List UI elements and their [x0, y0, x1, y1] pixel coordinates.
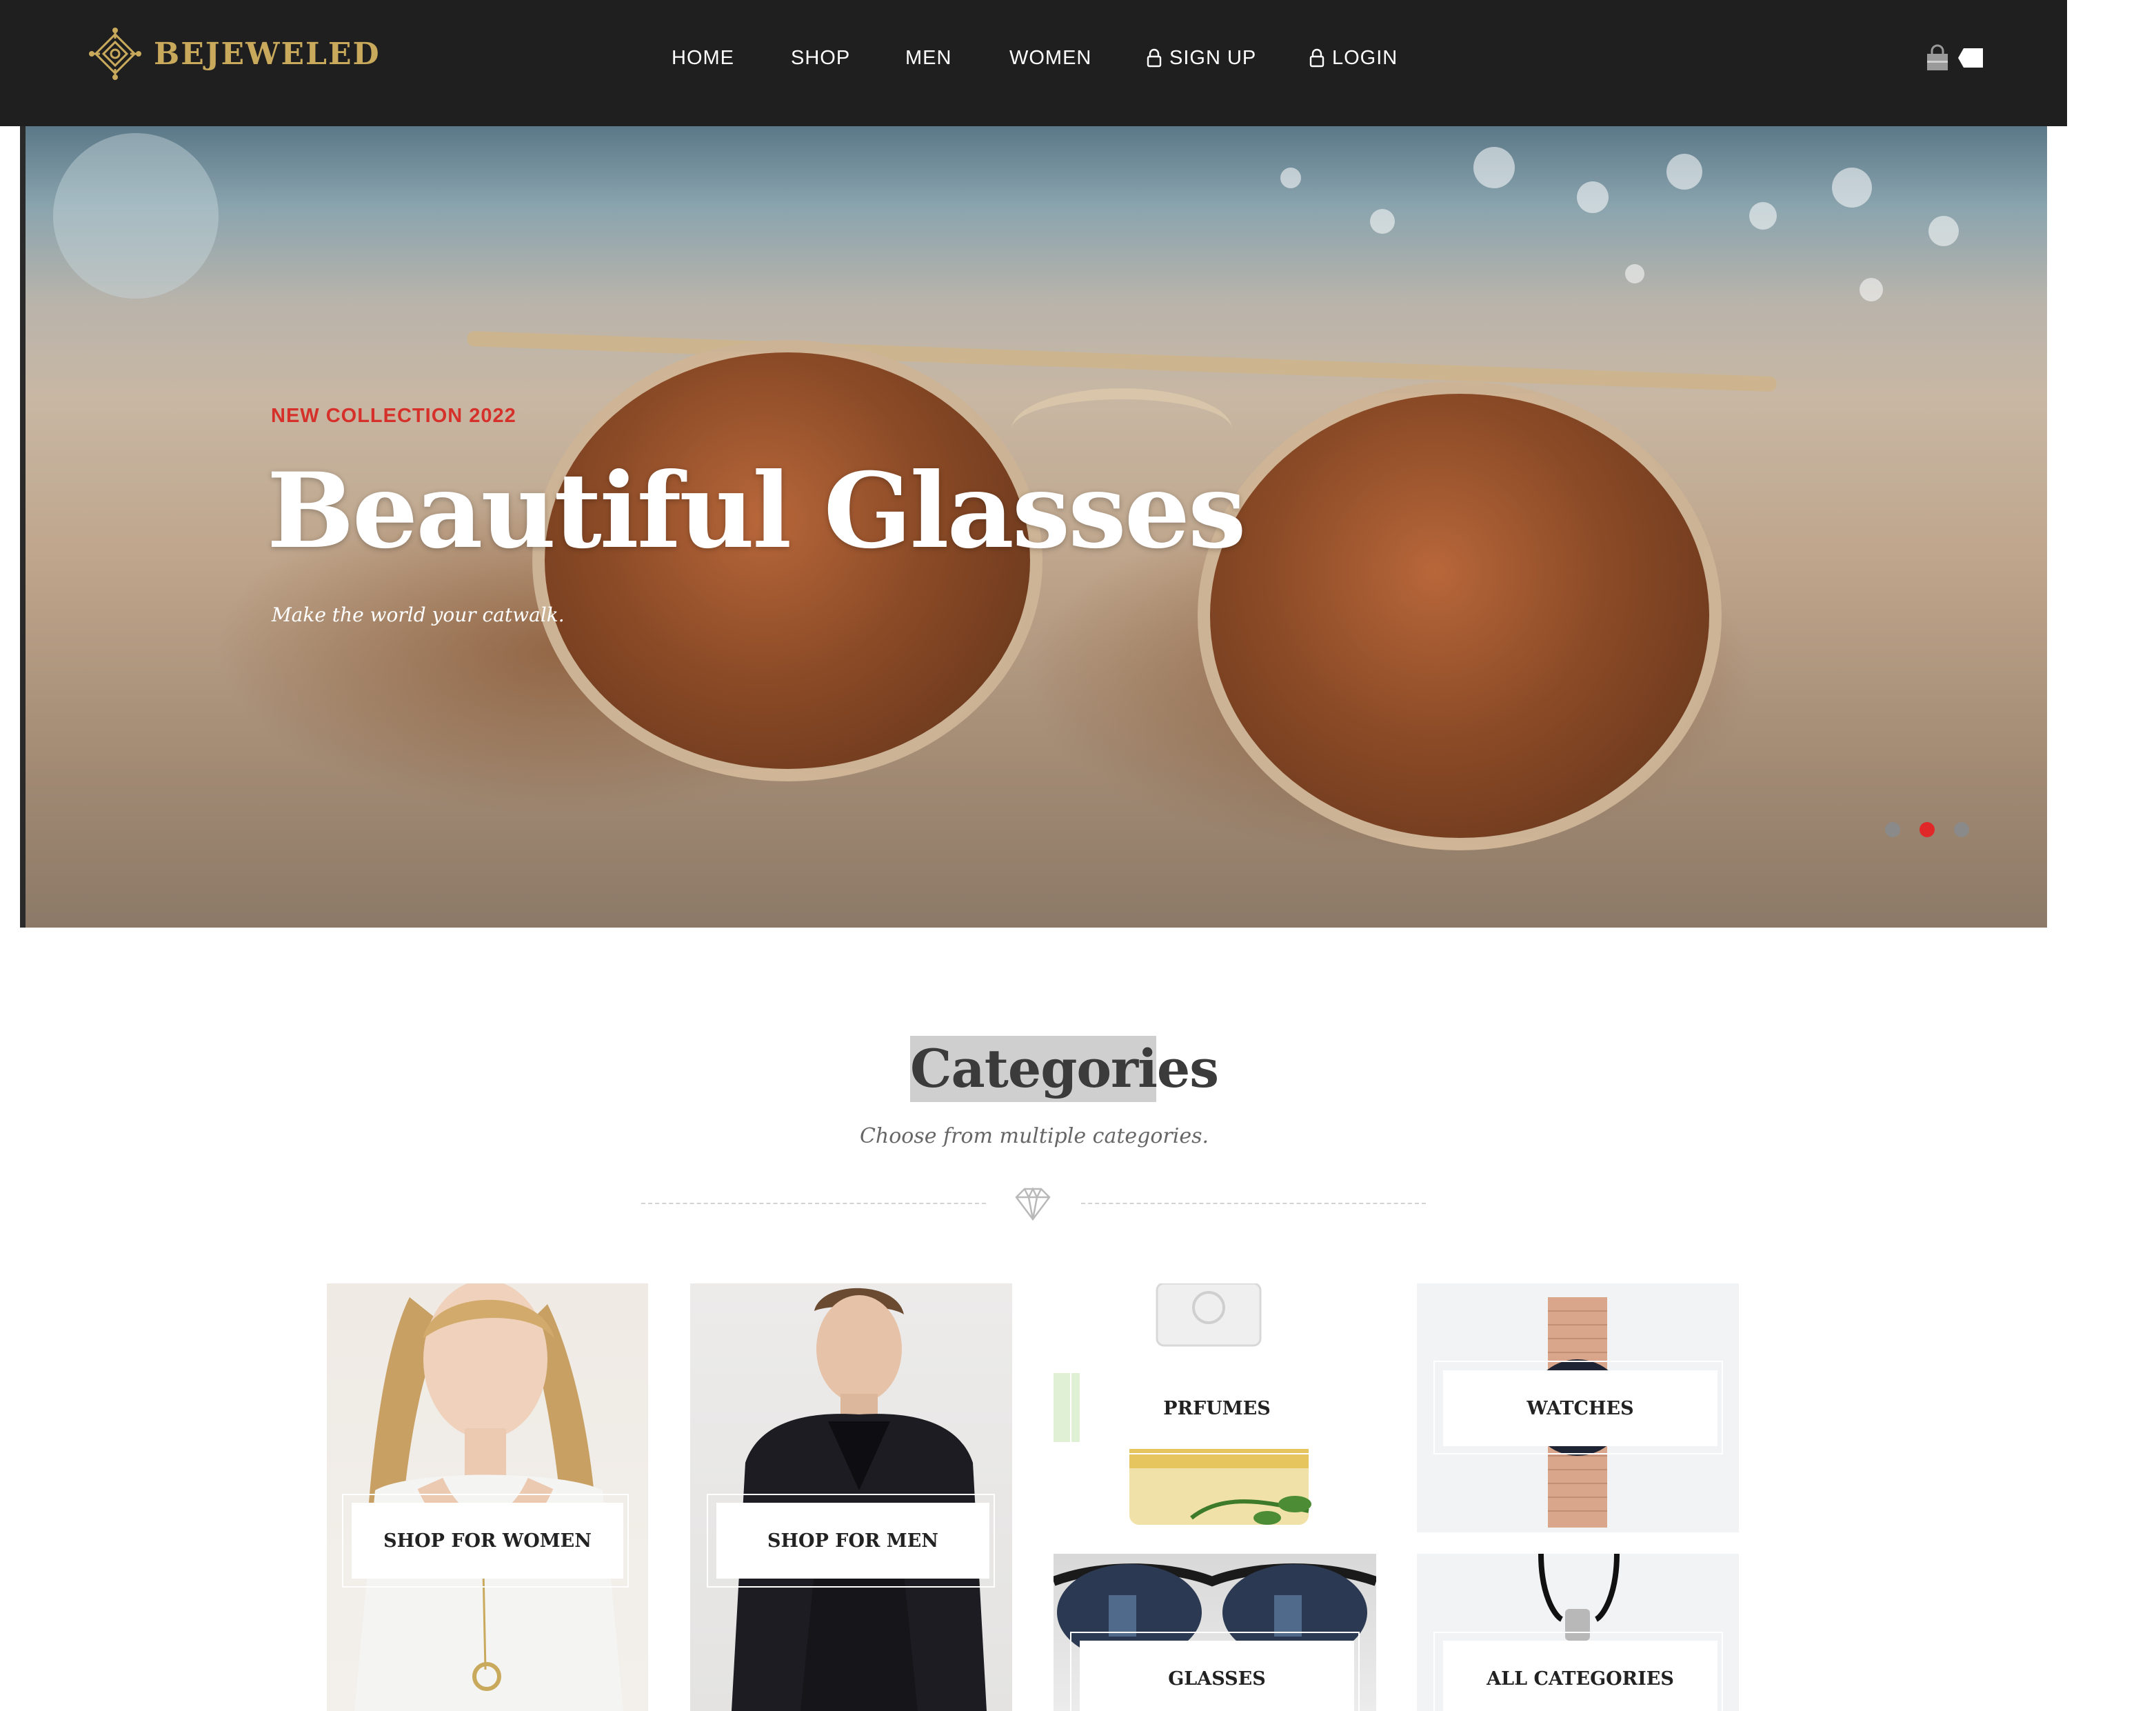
hero-slider[interactable]: NEW COLLECTION 2022 Beautiful Glasses Ma… [20, 126, 2047, 928]
category-tile-glasses[interactable]: GLASSES [1054, 1554, 1376, 1711]
slide-dot-1[interactable] [1885, 822, 1900, 837]
slider-pagination [1885, 822, 1969, 837]
lock-icon [1147, 48, 1162, 68]
nav-men[interactable]: MEN [905, 43, 951, 73]
lock-icon [1309, 48, 1324, 68]
hero-eyebrow: NEW COLLECTION 2022 [271, 405, 516, 427]
nav-sign-up-label: SIGN UP [1169, 47, 1257, 69]
category-tile-watches[interactable]: WATCHES [1417, 1283, 1739, 1532]
brand-logo[interactable]: BEJEWELED [86, 25, 381, 83]
nav-home[interactable]: HOME [672, 43, 734, 73]
category-tile-all[interactable]: ALL CATEGORIES [1417, 1554, 1739, 1711]
brand-name: BEJEWELED [154, 36, 381, 72]
shopping-bag-icon[interactable] [1924, 44, 1951, 72]
category-tile-women[interactable]: SHOP FOR WOMEN [327, 1283, 648, 1711]
divider-right [1081, 1203, 1426, 1204]
glasses-label: GLASSES [1080, 1641, 1354, 1711]
nav-women[interactable]: WOMEN [1009, 43, 1091, 73]
slide-dot-3[interactable] [1954, 822, 1969, 837]
category-tile-men[interactable]: SHOP FOR MEN [690, 1283, 1012, 1711]
divider-left [641, 1203, 986, 1204]
hero-title: Beautiful Glasses [267, 450, 1247, 572]
nav-women-label: WOMEN [1009, 47, 1092, 69]
categories-subtitle: Choose from multiple categories. [859, 1124, 1209, 1148]
nav-login[interactable]: LOGIN [1309, 43, 1398, 73]
categories-title: Categories [910, 1036, 1219, 1102]
tag-icon[interactable] [1957, 47, 1984, 69]
nav-sign-up[interactable]: SIGN UP [1146, 43, 1256, 73]
nav-shop-label: SHOP [791, 47, 851, 69]
hero-subtitle: Make the world your catwalk. [272, 603, 565, 626]
all-categories-label: ALL CATEGORIES [1443, 1641, 1717, 1711]
watches-label: WATCHES [1443, 1370, 1717, 1446]
perfumes-label: PRFUMES [1080, 1370, 1354, 1446]
logo-emblem-icon [89, 28, 141, 80]
nav-home-label: HOME [672, 47, 734, 69]
nav-login-label: LOGIN [1332, 47, 1398, 69]
category-tile-perfumes[interactable]: PRFUMES [1054, 1283, 1376, 1532]
shop-for-men-label: SHOP FOR MEN [716, 1503, 989, 1579]
nav-men-label: MEN [905, 47, 952, 69]
slide-dot-2[interactable] [1920, 822, 1935, 837]
shop-for-women-label: SHOP FOR WOMEN [352, 1503, 623, 1579]
top-navigation-bar: BEJEWELED HOME SHOP MEN WOMEN SIGN UP LO… [0, 0, 2067, 126]
diamond-icon [1015, 1187, 1051, 1221]
nav-shop[interactable]: SHOP [791, 43, 850, 73]
